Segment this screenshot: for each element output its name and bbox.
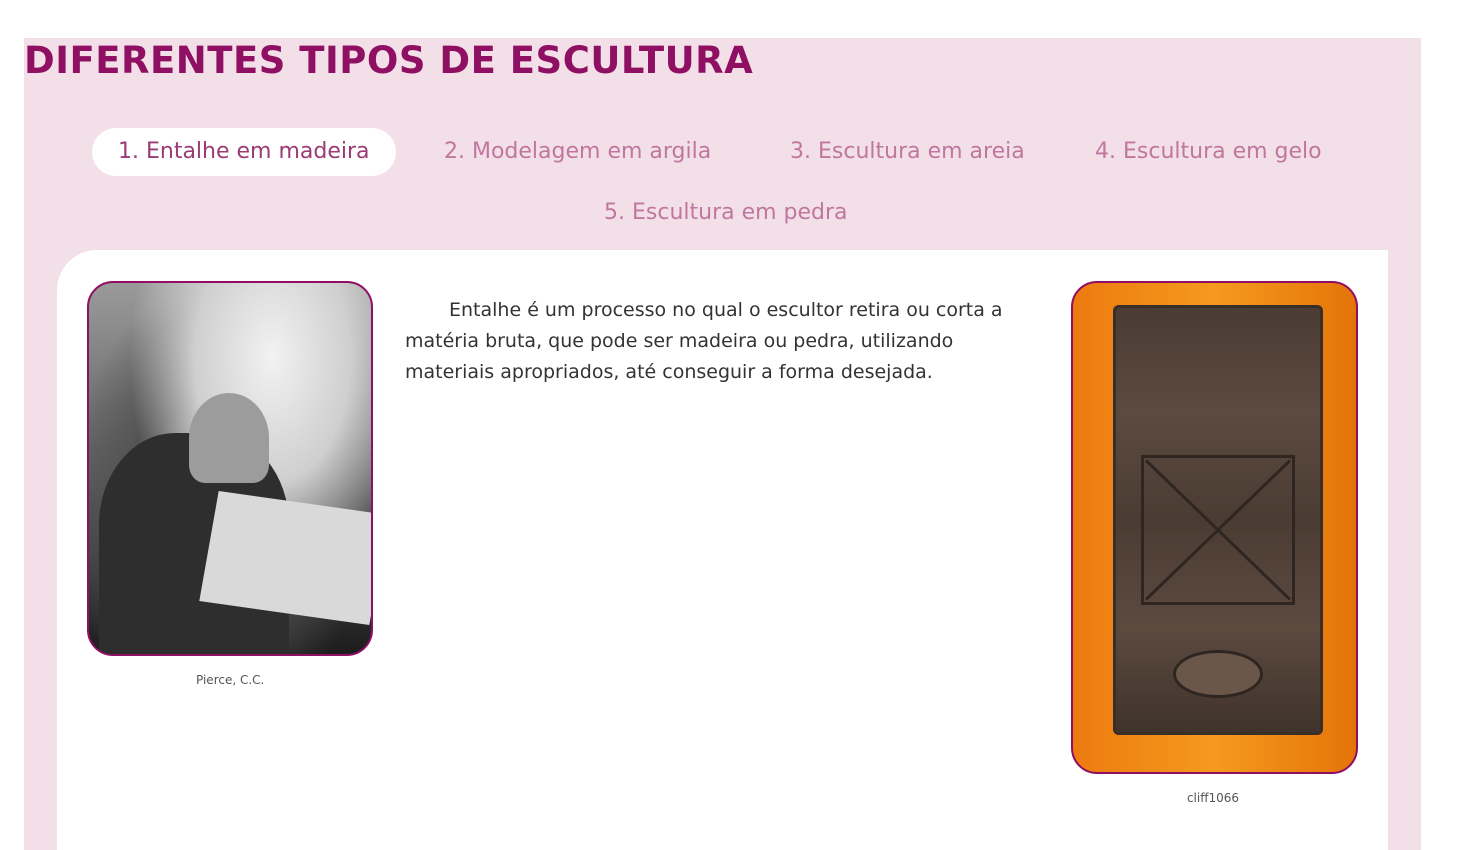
wood-carver-photo bbox=[87, 281, 373, 656]
content-card: Pierce, C.C. Entalhe é um processo no qu… bbox=[57, 250, 1388, 850]
right-image-caption: cliff1066 bbox=[1186, 791, 1240, 805]
tab-modelagem-em-argila[interactable]: 2. Modelagem em argila bbox=[444, 137, 711, 167]
tab-escultura-em-pedra[interactable]: 5. Escultura em pedra bbox=[604, 198, 848, 228]
main-panel: DIFERENTES TIPOS DE ESCULTURA 1. Entalhe… bbox=[24, 38, 1421, 850]
tab-escultura-em-gelo[interactable]: 4. Escultura em gelo bbox=[1095, 137, 1322, 167]
carver-head bbox=[189, 393, 269, 483]
carving-oval-motif bbox=[1173, 650, 1263, 698]
carved-door-photo bbox=[1071, 281, 1358, 774]
carved-wooden-panel bbox=[1113, 305, 1323, 735]
left-image-caption: Pierce, C.C. bbox=[196, 673, 265, 687]
page-title: DIFERENTES TIPOS DE ESCULTURA bbox=[24, 39, 754, 82]
tab-escultura-em-areia[interactable]: 3. Escultura em areia bbox=[790, 137, 1025, 167]
description-text: Entalhe é um processo no qual o escultor… bbox=[405, 299, 1003, 383]
carving-geometric-motif bbox=[1141, 455, 1295, 605]
tab-entalhe-em-madeira[interactable]: 1. Entalhe em madeira bbox=[92, 128, 396, 176]
